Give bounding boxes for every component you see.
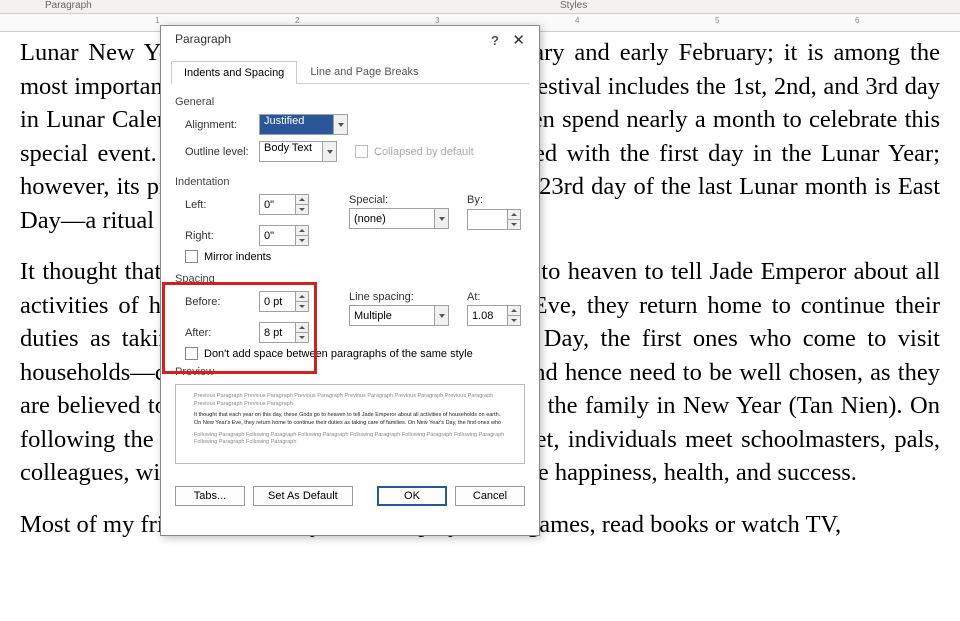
line-spacing-label: Line spacing: [349, 291, 449, 303]
spinner-down-icon [296, 236, 308, 245]
spinner-up-icon [296, 323, 308, 333]
ribbon-group-styles: Styles [560, 0, 587, 11]
spinner-down-icon [508, 316, 520, 325]
group-preview-label: Preview [175, 366, 525, 378]
ribbon-strip: Paragraph Styles [0, 0, 960, 14]
paragraph-dialog: Paragraph ? ✕ Indents and Spacing Line a… [160, 25, 540, 536]
spinner-up-icon [296, 195, 308, 205]
outline-level-label: Outline level: [185, 146, 259, 158]
preview-box: Previous Paragraph Previous Paragraph Pr… [175, 384, 525, 464]
alignment-combo[interactable]: Justified [259, 114, 348, 135]
spinner-up-icon [508, 306, 520, 316]
preview-grey-text: Previous Paragraph Previous Paragraph Pr… [194, 393, 506, 408]
spacing-at-spinner[interactable]: 1.08 [467, 305, 521, 326]
preview-sample-text: It thought that each year on this day, t… [194, 412, 506, 427]
spacing-after-spinner[interactable]: 8 pt [259, 322, 309, 343]
spacing-after-label: After: [185, 327, 259, 339]
indent-right-label: Right: [185, 230, 259, 242]
ruler-number: 1 [155, 16, 159, 25]
chevron-down-icon [434, 306, 448, 325]
indent-by-label: By: [467, 194, 521, 206]
ruler-number: 2 [295, 16, 299, 25]
indent-left-spinner[interactable]: 0" [259, 194, 309, 215]
spinner-down-icon [296, 302, 308, 311]
chevron-down-icon [434, 209, 448, 228]
indent-by-spinner[interactable] [467, 209, 521, 230]
no-space-same-style-label: Don't add space between paragraphs of th… [204, 348, 473, 360]
spinner-down-icon [296, 333, 308, 342]
close-icon[interactable]: ✕ [508, 31, 529, 49]
spinner-down-icon [508, 220, 520, 229]
indent-right-spinner[interactable]: 0" [259, 225, 309, 246]
ruler-number: 5 [715, 16, 719, 25]
set-default-button[interactable]: Set As Default [253, 486, 353, 506]
special-combo[interactable]: (none) [349, 208, 449, 229]
chevron-down-icon [322, 142, 336, 161]
group-general-label: General [175, 96, 525, 108]
group-spacing-label: Spacing [175, 273, 525, 285]
mirror-indents-label: Mirror indents [204, 251, 271, 263]
spinner-up-icon [296, 292, 308, 302]
dialog-titlebar[interactable]: Paragraph ? ✕ [161, 26, 539, 56]
line-spacing-combo[interactable]: Multiple [349, 305, 449, 326]
spinner-up-icon [296, 226, 308, 236]
no-space-same-style-checkbox[interactable] [185, 347, 198, 360]
tab-indents-spacing[interactable]: Indents and Spacing [171, 61, 297, 84]
special-label: Special: [349, 194, 449, 206]
preview-grey-text: Following Paragraph Following Paragraph … [194, 432, 506, 447]
dialog-title: Paragraph [175, 32, 231, 46]
alignment-label: Alignment: [185, 119, 259, 131]
spacing-before-spinner[interactable]: 0 pt [259, 291, 309, 312]
spacing-before-label: Before: [185, 296, 259, 308]
spinner-down-icon [296, 205, 308, 214]
mirror-indents-checkbox[interactable] [185, 250, 198, 263]
collapsed-label: Collapsed by default [374, 146, 474, 158]
outline-level-combo[interactable]: Body Text [259, 141, 337, 162]
indent-left-label: Left: [185, 199, 259, 211]
dialog-tabs: Indents and Spacing Line and Page Breaks [171, 60, 529, 84]
spacing-at-label: At: [467, 291, 521, 303]
spinner-up-icon [508, 210, 520, 220]
collapsed-checkbox [355, 145, 368, 158]
ruler-number: 3 [435, 16, 439, 25]
help-icon[interactable]: ? [491, 33, 499, 48]
outline-level-value: Body Text [260, 142, 322, 161]
tabs-button[interactable]: Tabs... [175, 486, 245, 506]
cancel-button[interactable]: Cancel [455, 486, 525, 506]
chevron-down-icon [333, 115, 347, 134]
ruler-number: 4 [575, 16, 579, 25]
ok-button[interactable]: OK [377, 486, 447, 506]
ribbon-group-paragraph: Paragraph [45, 0, 92, 11]
group-indentation-label: Indentation [175, 176, 525, 188]
ruler-number: 6 [855, 16, 859, 25]
tab-line-page-breaks[interactable]: Line and Page Breaks [297, 60, 431, 83]
alignment-value: Justified [260, 115, 333, 134]
